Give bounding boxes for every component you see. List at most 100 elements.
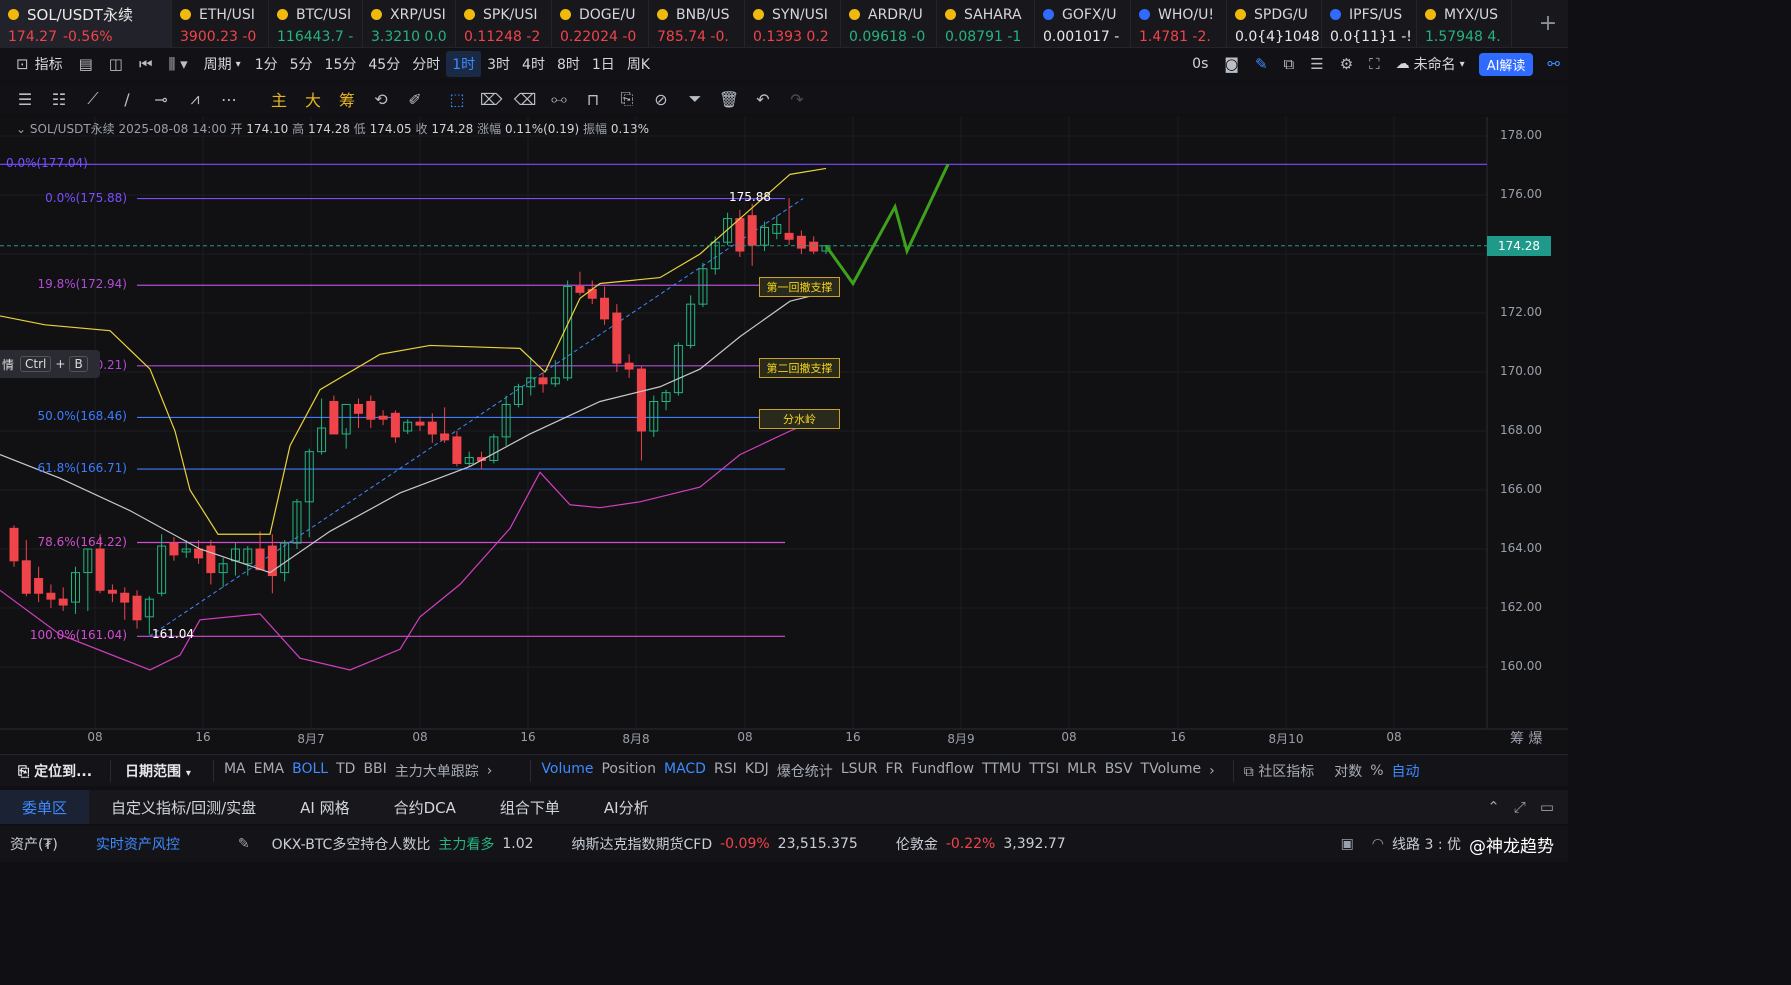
- ticker-item[interactable]: XRP/USI 3.3210 0.0: [363, 0, 456, 48]
- assets-label[interactable]: 资产(₮): [0, 834, 62, 854]
- expand-icon[interactable]: ⤢: [1514, 798, 1526, 816]
- locate-button[interactable]: ⎘ 定位到...: [0, 761, 96, 781]
- period-dropdown[interactable]: 周期 ▾: [196, 51, 249, 77]
- wave-icon[interactable]: ⩘: [178, 85, 212, 113]
- risk-control-link[interactable]: 实时资产风控: [92, 834, 184, 854]
- lock-icon[interactable]: ⊓: [576, 85, 610, 113]
- ticker-item[interactable]: SPDG/U 0.0{4}1048: [1227, 0, 1322, 48]
- more-icon[interactable]: ⋯: [212, 85, 246, 113]
- filter-icon[interactable]: ⏷: [678, 85, 712, 113]
- redo-icon[interactable]: ↷: [780, 85, 814, 113]
- ray-icon[interactable]: ∕: [110, 85, 144, 113]
- main-indicator-2[interactable]: BOLL: [288, 761, 332, 781]
- percent-toggle[interactable]: %: [1366, 763, 1387, 779]
- nasdaq-label[interactable]: 纳斯达克指数期货CFD: [568, 834, 717, 854]
- ticker-item[interactable]: SYN/USI 0.1393 0.2: [745, 0, 841, 48]
- layout-name-dropdown[interactable]: ☁ 未命名 ▾: [1388, 51, 1473, 77]
- sub-indicator-5[interactable]: 爆仓统计: [773, 761, 837, 781]
- interval-7[interactable]: 4时: [516, 51, 551, 77]
- ticker-item[interactable]: ARDR/U 0.09618 -0: [841, 0, 937, 48]
- panel-tab-2[interactable]: AI 网格: [278, 790, 371, 824]
- interval-10[interactable]: 周K: [621, 51, 656, 77]
- fullscreen-icon[interactable]: ⛶: [1361, 51, 1388, 77]
- log-scale-toggle[interactable]: 对数: [1330, 761, 1366, 781]
- magnet-icon[interactable]: ⟲: [364, 85, 398, 113]
- chips-button[interactable]: 筹: [330, 85, 364, 113]
- sub-indicator-0[interactable]: Volume: [537, 761, 597, 781]
- ticker-item[interactable]: MYX/US 1.57948 4.: [1417, 0, 1512, 48]
- list-icon[interactable]: ☰: [1302, 51, 1331, 77]
- link-icon[interactable]: ⊘: [644, 85, 678, 113]
- camera-icon[interactable]: ◙: [1216, 51, 1247, 77]
- main-indicator-0[interactable]: MA: [220, 761, 250, 781]
- chevron-right-icon[interactable]: ›: [483, 763, 497, 779]
- panel-close-icon[interactable]: ▭: [1540, 798, 1554, 816]
- sub-indicator-8[interactable]: Fundflow: [907, 761, 978, 781]
- chart-canvas[interactable]: [0, 117, 1568, 752]
- panel-tab-0[interactable]: 委单区: [0, 790, 90, 824]
- sub-indicator-12[interactable]: BSV: [1101, 761, 1137, 781]
- sub-indicator-13[interactable]: TVolume: [1137, 761, 1206, 781]
- sub-indicator-6[interactable]: LSUR: [837, 761, 882, 781]
- note-icon[interactable]: ⎘: [610, 85, 644, 113]
- interval-4[interactable]: 分时: [406, 51, 446, 77]
- gold-label[interactable]: 伦敦金: [892, 834, 942, 854]
- ticker-item[interactable]: IPFS/US 0.0{11}1 -!: [1322, 0, 1417, 48]
- ticker-item[interactable]: WHO/U! 1.4781 -2.: [1131, 0, 1227, 48]
- ticker-item[interactable]: SOL/USDT永续 174.27 -0.56%: [0, 0, 172, 48]
- interval-2[interactable]: 15分: [319, 51, 363, 77]
- panel-tab-4[interactable]: 组合下单: [478, 790, 582, 824]
- trash-icon[interactable]: 🗑: [712, 85, 746, 113]
- chevron-right-icon[interactable]: ›: [1205, 763, 1219, 779]
- interval-6[interactable]: 3时: [481, 51, 516, 77]
- panel-tab-3[interactable]: 合约DCA: [372, 790, 478, 824]
- indicator-button[interactable]: ⊡ 指标: [0, 51, 71, 77]
- horizontal-line-icon[interactable]: ⊸: [144, 85, 178, 113]
- ticker-item[interactable]: BNB/US 785.74 -0.: [649, 0, 745, 48]
- gear-icon[interactable]: ⚙: [1332, 51, 1361, 77]
- ticker-item[interactable]: SPK/USI 0.11248 -2: [456, 0, 552, 48]
- ls-ratio-label[interactable]: OKX-BTC多空持仓人数比: [268, 834, 435, 854]
- price-chart[interactable]: [0, 117, 1568, 752]
- interval-5[interactable]: 1时: [446, 51, 482, 77]
- ruler-icon[interactable]: ⌦: [474, 85, 508, 113]
- ticker-item[interactable]: GOFX/U 0.001017 -: [1035, 0, 1131, 48]
- brush-icon[interactable]: ✐: [398, 85, 432, 113]
- undo-icon[interactable]: ↶: [746, 85, 780, 113]
- add-ticker-icon[interactable]: +: [1528, 11, 1568, 36]
- main-indicator-3[interactable]: TD: [332, 761, 359, 781]
- ai-explain-button[interactable]: AI解读: [1478, 52, 1534, 76]
- help-icon[interactable]: ▣: [1337, 836, 1358, 852]
- pen-icon[interactable]: ✎: [1247, 51, 1276, 77]
- sub-indicator-3[interactable]: RSI: [710, 761, 741, 781]
- popout-icon[interactable]: ⧉: [1276, 51, 1303, 77]
- edit-icon[interactable]: ✎: [234, 836, 254, 852]
- collapse-icon[interactable]: ⌄: [16, 122, 26, 136]
- sub-indicator-2[interactable]: MACD: [660, 761, 710, 781]
- layout-button[interactable]: ◫: [101, 51, 131, 77]
- ticker-item[interactable]: BTC/USI 116443.7 -: [269, 0, 363, 48]
- sub-indicator-9[interactable]: TTMU: [978, 761, 1025, 781]
- sub-indicator-4[interactable]: KDJ: [741, 761, 773, 781]
- replay-button[interactable]: ⏮: [131, 51, 161, 77]
- ticker-item[interactable]: DOGE/U 0.22024 -0: [552, 0, 649, 48]
- sub-indicator-1[interactable]: Position: [597, 761, 660, 781]
- ticker-item[interactable]: SAHARA 0.08791 -1: [937, 0, 1035, 48]
- chevron-up-icon[interactable]: ⌃: [1487, 798, 1500, 816]
- big-order-button[interactable]: 大: [296, 85, 330, 113]
- select-icon[interactable]: ⬚: [440, 85, 474, 113]
- interval-1[interactable]: 5分: [284, 51, 319, 77]
- panel-tab-1[interactable]: 自定义指标/回测/实盘: [89, 790, 278, 824]
- date-range-dropdown[interactable]: 日期范围 ▾: [117, 761, 207, 781]
- main-indicator-1[interactable]: EMA: [250, 761, 289, 781]
- main-force-button[interactable]: 主: [262, 85, 296, 113]
- sub-indicator-11[interactable]: MLR: [1063, 761, 1101, 781]
- interval-9[interactable]: 1日: [586, 51, 621, 77]
- interval-0[interactable]: 1分: [249, 51, 284, 77]
- main-indicator-4[interactable]: BBI: [359, 761, 390, 781]
- network-line-label[interactable]: 线路 3 : 优: [1388, 834, 1465, 854]
- sub-indicator-10[interactable]: TTSI: [1025, 761, 1063, 781]
- panel-tab-5[interactable]: AI分析: [582, 790, 671, 824]
- axis-corner-icons[interactable]: 筹 爆: [1510, 728, 1542, 748]
- menu-icon[interactable]: ☰: [8, 85, 42, 113]
